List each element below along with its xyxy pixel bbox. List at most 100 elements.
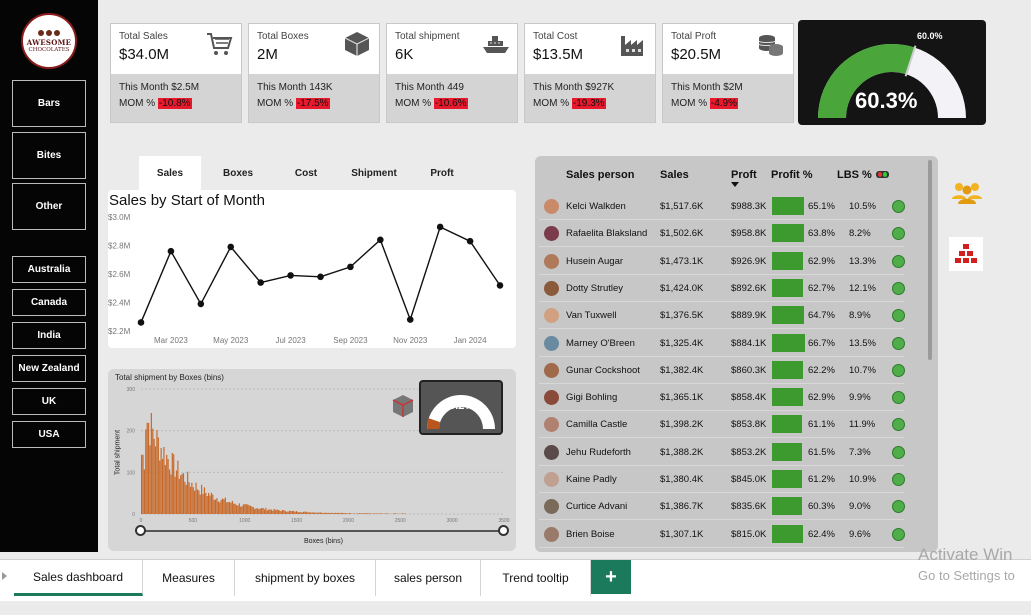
histogram-bar[interactable] <box>227 502 229 514</box>
tab-cost[interactable]: Cost <box>275 156 337 190</box>
histogram-bar[interactable] <box>141 454 143 514</box>
histogram-bar[interactable] <box>173 454 175 514</box>
table-row[interactable]: Gigi Bohling $1,365.1K $858.4K 62.9% 9.9… <box>539 384 905 412</box>
data-point[interactable] <box>257 279 264 286</box>
histogram-bar[interactable] <box>145 429 147 514</box>
histogram-bar[interactable] <box>270 509 273 514</box>
histogram-bar[interactable] <box>228 502 231 514</box>
histogram-bar[interactable] <box>386 513 388 514</box>
histogram-bar[interactable] <box>309 512 312 514</box>
tab-shipment[interactable]: Shipment <box>341 156 407 190</box>
table-row[interactable]: Husein Augar $1,473.1K $926.9K 62.9% 13.… <box>539 248 905 275</box>
histogram-bar[interactable] <box>286 511 288 514</box>
histogram-bar[interactable] <box>251 506 253 514</box>
histogram-bar[interactable] <box>312 512 314 514</box>
histogram-bar[interactable] <box>175 470 178 514</box>
histogram-bar[interactable] <box>277 510 280 514</box>
histogram-bar[interactable] <box>393 513 395 514</box>
data-point[interactable] <box>406 316 414 323</box>
histogram-bar[interactable] <box>305 511 307 514</box>
histogram-bar[interactable] <box>177 460 179 514</box>
histogram-bar[interactable] <box>367 513 369 514</box>
histogram-bar[interactable] <box>164 465 166 514</box>
data-point[interactable] <box>227 243 235 251</box>
data-point[interactable] <box>347 263 354 271</box>
histogram-bar[interactable] <box>266 510 268 514</box>
histogram-bar[interactable] <box>226 502 228 514</box>
table-row[interactable]: Kelci Walkden $1,517.6K $988.3K 65.1% 10… <box>539 193 905 220</box>
histogram-bar[interactable] <box>261 507 263 514</box>
histogram-bar[interactable] <box>210 492 212 514</box>
histogram-bar[interactable] <box>311 512 313 514</box>
histogram-bar[interactable] <box>364 513 366 514</box>
histogram-bar[interactable] <box>153 438 155 514</box>
histogram-bar[interactable] <box>233 503 235 514</box>
histogram-bar[interactable] <box>287 511 289 514</box>
histogram-bar[interactable] <box>201 484 203 514</box>
histogram-bar[interactable] <box>318 512 320 514</box>
histogram-bar[interactable] <box>265 507 267 514</box>
histogram-bar[interactable] <box>347 513 349 514</box>
histogram-bar[interactable] <box>147 422 150 514</box>
histogram-bar[interactable] <box>198 490 200 514</box>
histogram-bar[interactable] <box>247 504 249 514</box>
histogram-bar[interactable] <box>191 482 193 514</box>
people-icon[interactable] <box>951 181 983 205</box>
histogram-bar[interactable] <box>143 469 145 514</box>
histogram-bar[interactable] <box>375 513 377 514</box>
histogram-bar[interactable] <box>159 460 161 514</box>
histogram-bar[interactable] <box>213 499 215 514</box>
histogram-bar[interactable] <box>379 513 381 514</box>
histogram-bar[interactable] <box>298 512 300 514</box>
data-point[interactable] <box>317 273 324 281</box>
histogram-bar[interactable] <box>180 475 182 514</box>
histogram-bar[interactable] <box>194 490 196 514</box>
pyramid-icon-button[interactable] <box>949 237 983 271</box>
histogram-bar[interactable] <box>403 513 405 514</box>
histogram-bar[interactable] <box>300 512 302 514</box>
histogram-bar[interactable] <box>254 509 256 514</box>
page-tab-sales-person[interactable]: sales person <box>376 560 481 596</box>
histogram-bar[interactable] <box>280 511 282 514</box>
category-button-bites[interactable]: Bites <box>12 132 86 179</box>
histogram-bar[interactable] <box>188 482 190 514</box>
histogram-bar[interactable] <box>307 512 309 514</box>
histogram-bar[interactable] <box>344 513 347 514</box>
histogram-bar[interactable] <box>146 422 148 514</box>
data-point[interactable] <box>287 272 294 279</box>
table-row[interactable]: Curtice Advani $1,386.7K $835.6K 60.3% 9… <box>539 493 905 521</box>
histogram-bar[interactable] <box>365 513 367 514</box>
col-header-sales[interactable]: Sales <box>660 169 689 181</box>
histogram-bar[interactable] <box>184 481 186 514</box>
histogram-bar[interactable] <box>256 508 259 514</box>
histogram-bar[interactable] <box>357 513 359 514</box>
histogram-bar[interactable] <box>171 452 173 514</box>
histogram-bar[interactable] <box>192 487 194 514</box>
histogram-bar[interactable] <box>206 496 208 514</box>
histogram-bar[interactable] <box>249 505 252 514</box>
range-slider-track[interactable] <box>140 530 504 532</box>
histogram-bar[interactable] <box>315 512 317 514</box>
category-button-other[interactable]: Other <box>12 183 86 230</box>
histogram-bar[interactable] <box>224 497 226 514</box>
histogram-bar[interactable] <box>189 486 192 514</box>
histogram-bar[interactable] <box>195 482 197 514</box>
histogram-bar[interactable] <box>275 510 277 514</box>
table-row[interactable]: Camilla Castle $1,398.2K $853.8K 61.1% 1… <box>539 411 905 439</box>
histogram-bar[interactable] <box>205 492 207 514</box>
histogram-bar[interactable] <box>302 511 305 514</box>
histogram-bar[interactable] <box>245 504 247 514</box>
histogram-bar[interactable] <box>152 428 154 514</box>
histogram-bar[interactable] <box>203 487 206 514</box>
page-tab-sales-dashboard[interactable]: Sales dashboard <box>14 560 143 596</box>
table-row[interactable]: Kaine Padly $1,380.4K $845.0K 61.2% 10.9… <box>539 466 905 493</box>
histogram-bar[interactable] <box>167 459 169 514</box>
histogram-bar[interactable] <box>283 510 285 514</box>
col-header-sales-person[interactable]: Sales person <box>566 169 634 181</box>
histogram-bar[interactable] <box>294 511 296 514</box>
histogram-bar[interactable] <box>168 469 171 514</box>
data-point[interactable] <box>167 247 175 255</box>
table-row[interactable]: Van Tuxwell $1,376.5K $889.9K 64.7% 8.9% <box>539 302 905 330</box>
histogram-bar[interactable] <box>220 499 222 514</box>
histogram-bar[interactable] <box>182 473 185 514</box>
